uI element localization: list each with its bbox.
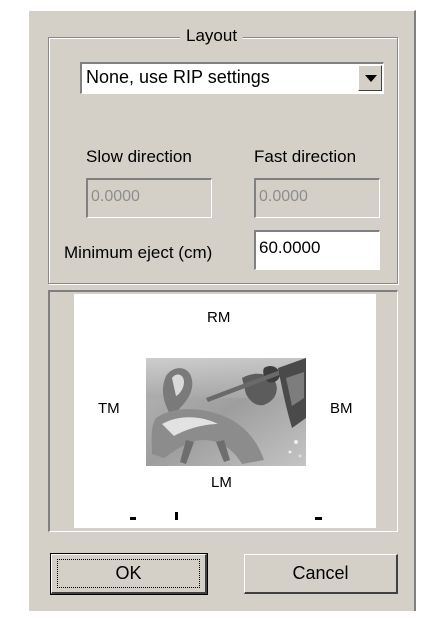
cancel-button-label: Cancel [292, 563, 349, 583]
preview-label-bm: BM [330, 400, 353, 417]
preview-label-rm: RM [207, 309, 231, 326]
preview-tick-mark [130, 517, 136, 520]
minimum-eject-label: Minimum eject (cm) [64, 243, 213, 262]
minimum-eject-field[interactable]: 60.0000 [254, 230, 380, 270]
ok-button[interactable]: OK [50, 553, 208, 595]
horse-photo-graphic [146, 358, 306, 466]
layout-group-title: Layout [180, 24, 244, 48]
preview-tick-mark [315, 517, 322, 520]
preview-label-tm: TM [98, 400, 120, 417]
layout-dialog: Layout None, use RIP settings Slow direc… [0, 0, 422, 618]
preview-thumbnail-image [146, 358, 306, 466]
preview-label-lm: LM [211, 474, 232, 491]
cancel-button[interactable]: Cancel [244, 554, 398, 594]
chevron-down-icon [365, 75, 377, 82]
preview-tick-mark [175, 512, 178, 520]
layout-select-dropdown-button[interactable] [358, 65, 382, 91]
slow-direction-label: Slow direction [86, 147, 192, 166]
slow-direction-field[interactable]: 0.0000 [86, 178, 212, 218]
layout-select-value: None, use RIP settings [86, 67, 270, 87]
fast-direction-label: Fast direction [254, 147, 357, 166]
ok-button-label: OK [115, 563, 142, 583]
layout-select[interactable]: None, use RIP settings [80, 62, 384, 94]
fast-direction-field[interactable]: 0.0000 [254, 178, 380, 218]
